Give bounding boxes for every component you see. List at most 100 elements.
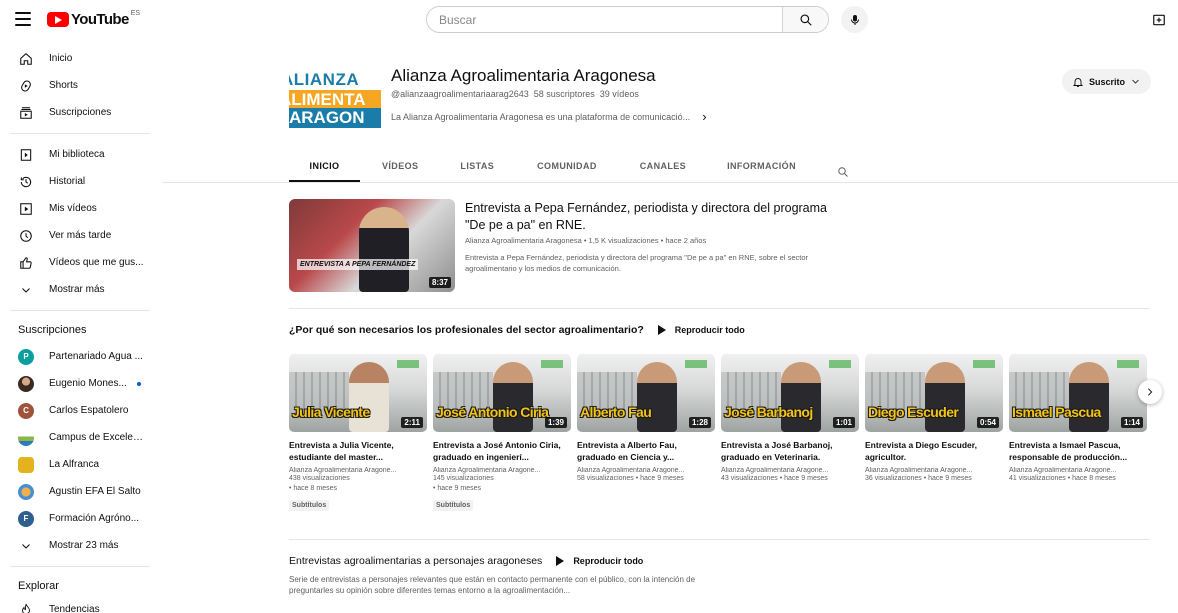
thumbnail-name-overlay: José Barbanoj bbox=[724, 404, 813, 420]
channel-meta: @alianzaagroalimentariaarag2643 58 suscr… bbox=[391, 89, 639, 99]
youtube-logo[interactable]: YouTube ES bbox=[47, 10, 140, 29]
shelf-next-button[interactable] bbox=[1138, 380, 1162, 404]
video-thumbnail[interactable]: José Barbanoj 1:01 bbox=[721, 354, 859, 432]
channel-video-count: 39 vídeos bbox=[599, 89, 639, 99]
channel-logo-line: ALIANZA bbox=[289, 70, 360, 89]
sidebar-subscription[interactable]: Campus de Excelen... bbox=[0, 424, 155, 451]
search-input[interactable] bbox=[427, 7, 782, 32]
sidebar-subscription[interactable]: F Formación Agróno... bbox=[0, 505, 155, 532]
video-views: 41 visualizaciones • hace 8 meses bbox=[1009, 475, 1116, 482]
sidebar-item-suscripciones[interactable]: Suscripciones bbox=[0, 99, 155, 126]
avatar: F bbox=[18, 510, 34, 527]
thumbnail-sign bbox=[829, 360, 851, 368]
featured-video-title[interactable]: Entrevista a Pepa Fernández, periodista … bbox=[465, 200, 837, 234]
thumbnail-person bbox=[1069, 362, 1109, 432]
channel-subscribers: 58 suscriptores bbox=[533, 89, 595, 99]
video-title[interactable]: Entrevista a Ismael Pascua, responsable … bbox=[1009, 439, 1147, 463]
sidebar-item-shorts[interactable]: Shorts bbox=[0, 72, 155, 99]
sidebar-item-label: Mi biblioteca bbox=[49, 149, 105, 160]
search-button[interactable] bbox=[782, 7, 828, 32]
sidebar-subscription[interactable]: P Partenariado Agua ... bbox=[0, 343, 155, 370]
thumbnail-person bbox=[637, 362, 677, 432]
sidebar-item-historial[interactable]: Historial bbox=[0, 168, 155, 195]
video-channel[interactable]: Alianza Agroalimentaria Aragone... bbox=[577, 467, 702, 474]
video-channel[interactable]: Alianza Agroalimentaria Aragone... bbox=[289, 467, 414, 474]
video-views: 58 visualizaciones • hace 9 meses bbox=[577, 475, 684, 482]
video-card[interactable]: Diego Escuder 0:54 Entrevista a Diego Es… bbox=[865, 354, 1003, 484]
featured-video-description: Entrevista a Pepa Fernández, periodista … bbox=[465, 253, 809, 273]
search-icon bbox=[799, 13, 812, 26]
video-card[interactable]: José Antonio Ciria 1:39 Entrevista a Jos… bbox=[433, 354, 571, 512]
video-title[interactable]: Entrevista a Alberto Fau, graduado en Ci… bbox=[577, 439, 715, 463]
section-divider bbox=[289, 308, 1150, 309]
create-button[interactable] bbox=[1150, 11, 1168, 29]
subtitles-badge: Subtítulos bbox=[289, 500, 330, 511]
create-video-icon bbox=[1153, 14, 1165, 26]
video-card[interactable]: Ismael Pascua 1:14 Entrevista a Ismael P… bbox=[1009, 354, 1147, 484]
tab-informacion[interactable]: INFORMACIÓN bbox=[727, 152, 796, 182]
sidebar-item-mis-videos[interactable]: Mis vídeos bbox=[0, 195, 155, 222]
thumbnail-sign bbox=[685, 360, 707, 368]
sidebar-item-label: Vídeos que me gus... bbox=[49, 257, 144, 268]
sidebar-subscription[interactable]: La Alfranca bbox=[0, 451, 155, 478]
video-duration: 1:28 bbox=[688, 417, 711, 428]
video-title[interactable]: Entrevista a José Antonio Ciria, graduad… bbox=[433, 439, 571, 463]
tab-inicio[interactable]: INICIO bbox=[289, 152, 360, 182]
video-thumbnail[interactable]: José Antonio Ciria 1:39 bbox=[433, 354, 571, 432]
voice-search-button[interactable] bbox=[841, 6, 868, 33]
tab-listas[interactable]: LISTAS bbox=[460, 152, 494, 182]
thumbnail-person bbox=[781, 362, 821, 432]
menu-icon[interactable] bbox=[15, 12, 31, 26]
video-channel[interactable]: Alianza Agroalimentaria Aragone... bbox=[721, 467, 846, 474]
channel-handle: @alianzaagroalimentariaarag2643 bbox=[391, 89, 529, 99]
video-title[interactable]: Entrevista a Diego Escuder, agricultor. bbox=[865, 439, 1003, 463]
sidebar-item-liked-videos[interactable]: Vídeos que me gus... bbox=[0, 249, 155, 276]
sidebar-item-tendencias[interactable]: Tendencias bbox=[0, 599, 155, 613]
sidebar-item-label: Carlos Espatolero bbox=[49, 405, 129, 416]
video-title[interactable]: Entrevista a Julia Vicente, estudiante d… bbox=[289, 439, 427, 463]
play-all-button[interactable]: Reproducir todo bbox=[556, 556, 643, 566]
sidebar-item-mostrar-mas-suscripciones[interactable]: Mostrar 23 más bbox=[0, 532, 155, 559]
video-age: • hace 9 meses bbox=[433, 485, 481, 492]
video-thumbnail[interactable]: Ismael Pascua 1:14 bbox=[1009, 354, 1147, 432]
top-bar: YouTube ES bbox=[0, 0, 1178, 40]
video-views: 43 visualizaciones • hace 9 meses bbox=[721, 475, 828, 482]
featured-video-thumbnail[interactable]: ENTREVISTA A PEPA FERNÁNDEZ 8:37 bbox=[289, 199, 455, 292]
tab-videos[interactable]: VÍDEOS bbox=[382, 152, 418, 182]
sidebar-item-mi-biblioteca[interactable]: Mi biblioteca bbox=[0, 141, 155, 168]
tab-comunidad[interactable]: COMUNIDAD bbox=[537, 152, 597, 182]
video-channel[interactable]: Alianza Agroalimentaria Aragone... bbox=[433, 467, 558, 474]
channel-description[interactable]: La Alianza Agroalimentaria Aragonesa es … bbox=[391, 109, 707, 124]
shelf-header: ¿Por qué son necesarios los profesionale… bbox=[289, 324, 745, 336]
video-views: 145 visualizaciones bbox=[433, 475, 494, 482]
video-duration: 2:11 bbox=[401, 417, 423, 428]
sidebar-subscription[interactable]: Eugenio Mones... bbox=[0, 370, 155, 397]
sidebar-subscription[interactable]: C Carlos Espatolero bbox=[0, 397, 155, 424]
video-channel[interactable]: Alianza Agroalimentaria Aragone... bbox=[865, 467, 990, 474]
video-card[interactable]: Julia Vicente 2:11 Entrevista a Julia Vi… bbox=[289, 354, 427, 512]
video-thumbnail[interactable]: Diego Escuder 0:54 bbox=[865, 354, 1003, 432]
video-title[interactable]: Entrevista a José Barbanoj, graduado en … bbox=[721, 439, 859, 463]
sidebar-item-label: Historial bbox=[49, 176, 86, 187]
thumbnail-name-overlay: José Antonio Ciria bbox=[436, 404, 549, 420]
video-thumbnail[interactable]: Alberto Fau 1:28 bbox=[577, 354, 715, 432]
sidebar-subscription[interactable]: Agustin EFA El Salto bbox=[0, 478, 155, 505]
sidebar-item-inicio[interactable]: Inicio bbox=[0, 45, 155, 72]
play-all-button[interactable]: Reproducir todo bbox=[657, 325, 745, 335]
video-thumbnail[interactable]: Julia Vicente 2:11 bbox=[289, 354, 427, 432]
subscribe-button[interactable]: Suscrito bbox=[1062, 69, 1151, 94]
chevron-right-icon bbox=[1148, 388, 1153, 396]
shelf-title[interactable]: Entrevistas agroalimentarias a personaje… bbox=[289, 555, 542, 567]
sidebar-item-mostrar-mas[interactable]: Mostrar más bbox=[0, 276, 155, 303]
tab-search[interactable] bbox=[837, 152, 849, 182]
shelf-title[interactable]: ¿Por qué son necesarios los profesionale… bbox=[289, 324, 644, 336]
channel-tabs: INICIO VÍDEOS LISTAS COMUNIDAD CANALES I… bbox=[289, 152, 849, 182]
video-channel[interactable]: Alianza Agroalimentaria Aragone... bbox=[1009, 467, 1134, 474]
video-card[interactable]: Alberto Fau 1:28 Entrevista a Alberto Fa… bbox=[577, 354, 715, 484]
sidebar-item-ver-mas-tarde[interactable]: Ver más tarde bbox=[0, 222, 155, 249]
sidebar-item-label: Shorts bbox=[49, 80, 78, 91]
sidebar-divider bbox=[10, 310, 150, 311]
channel-logo[interactable]: ALIANZA ALIMENTA ARAGON bbox=[289, 68, 381, 128]
video-card[interactable]: José Barbanoj 1:01 Entrevista a José Bar… bbox=[721, 354, 859, 484]
tab-canales[interactable]: CANALES bbox=[640, 152, 686, 182]
